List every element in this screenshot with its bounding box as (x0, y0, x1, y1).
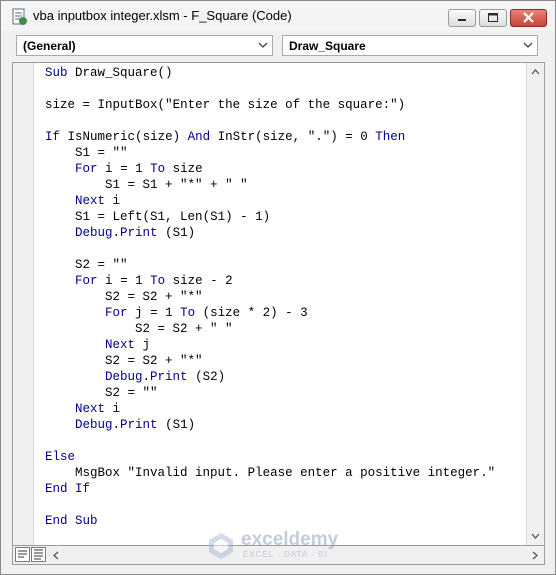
object-dropdown[interactable]: (General) (16, 35, 273, 56)
code-window: vba inputbox integer.xlsm - F_Square (Co… (0, 0, 556, 575)
code-line[interactable] (45, 433, 495, 449)
code-line[interactable]: If IsNumeric(size) And InStr(size, ".") … (45, 129, 495, 145)
maximize-icon (488, 13, 498, 22)
full-module-view-icon (34, 549, 43, 560)
margin-indicator-bar[interactable] (13, 63, 34, 545)
code-line[interactable]: MsgBox "Invalid input. Please enter a po… (45, 465, 495, 481)
code-line[interactable]: Sub Draw_Square() (45, 65, 495, 81)
maximize-button[interactable] (479, 9, 507, 27)
code-line[interactable]: For i = 1 To size (45, 161, 495, 177)
code-text[interactable]: Sub Draw_Square()size = InputBox("Enter … (45, 65, 495, 529)
code-line[interactable]: S1 = S1 + "*" + " " (45, 177, 495, 193)
watermark-tagline: EXCEL · DATA · BI (243, 550, 328, 559)
code-line[interactable] (45, 81, 495, 97)
code-toolbar: (General) Draw_Square (1, 31, 555, 61)
minimize-icon (458, 19, 466, 21)
code-line[interactable]: Next i (45, 193, 495, 209)
code-line[interactable]: Else (45, 449, 495, 465)
close-icon (523, 12, 534, 23)
scroll-right-icon[interactable] (532, 551, 538, 560)
watermark-name: exceldemy (241, 529, 339, 550)
code-line[interactable]: S1 = Left(S1, Len(S1) - 1) (45, 209, 495, 225)
code-line[interactable]: For j = 1 To (size * 2) - 3 (45, 305, 495, 321)
code-line[interactable]: size = InputBox("Enter the size of the s… (45, 97, 495, 113)
code-line[interactable] (45, 113, 495, 129)
code-line[interactable]: Debug.Print (S2) (45, 369, 495, 385)
code-line[interactable]: Next i (45, 401, 495, 417)
code-line[interactable]: Debug.Print (S1) (45, 417, 495, 433)
code-line[interactable]: For i = 1 To size - 2 (45, 273, 495, 289)
procedure-dropdown[interactable]: Draw_Square (282, 35, 538, 56)
object-dropdown-value: (General) (23, 39, 76, 53)
code-line[interactable]: S2 = S2 + " " (45, 321, 495, 337)
vba-module-icon (10, 8, 28, 26)
full-module-view-button[interactable] (31, 547, 46, 562)
code-line[interactable]: End Sub (45, 513, 495, 529)
watermark-logo: exceldemy EXCEL · DATA · BI (206, 529, 356, 565)
window-title: vba inputbox integer.xlsm - F_Square (Co… (33, 8, 292, 23)
code-line[interactable]: Debug.Print (S1) (45, 225, 495, 241)
close-button[interactable] (510, 9, 547, 27)
procedure-view-button[interactable] (15, 547, 30, 562)
code-line[interactable]: S2 = "" (45, 257, 495, 273)
code-line[interactable]: S2 = "" (45, 385, 495, 401)
exceldemy-logo-icon (209, 533, 233, 559)
minimize-button[interactable] (448, 9, 476, 27)
vertical-scrollbar[interactable] (526, 63, 544, 545)
code-line[interactable]: End If (45, 481, 495, 497)
code-line[interactable]: Next j (45, 337, 495, 353)
scroll-left-icon[interactable] (53, 551, 59, 560)
code-editor[interactable]: Sub Draw_Square()size = InputBox("Enter … (12, 62, 545, 546)
code-line[interactable]: S1 = "" (45, 145, 495, 161)
code-line[interactable] (45, 497, 495, 513)
title-bar[interactable]: vba inputbox integer.xlsm - F_Square (Co… (1, 1, 555, 31)
scroll-up-icon[interactable] (531, 69, 540, 75)
chevron-down-icon (258, 42, 268, 48)
code-line[interactable]: S2 = S2 + "*" (45, 289, 495, 305)
scroll-down-icon[interactable] (531, 533, 540, 539)
code-line[interactable]: S2 = S2 + "*" (45, 353, 495, 369)
procedure-view-icon (18, 550, 27, 558)
chevron-down-icon (523, 42, 533, 48)
code-line[interactable] (45, 241, 495, 257)
procedure-dropdown-value: Draw_Square (289, 39, 366, 53)
